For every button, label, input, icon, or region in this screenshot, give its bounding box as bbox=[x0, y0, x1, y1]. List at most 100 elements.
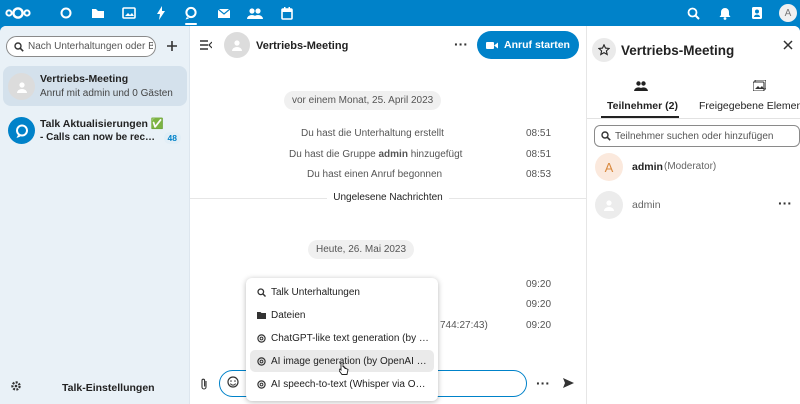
tab-participants[interactable]: Teilnehmer (2) bbox=[607, 80, 678, 112]
user-avatar[interactable]: A bbox=[774, 0, 800, 26]
avatar-letter: A bbox=[779, 4, 797, 22]
unread-separator: Ungelesene Nachrichten bbox=[190, 192, 586, 203]
popup-item-text-generation[interactable]: ChatGPT-like text generation (by OpenAI) bbox=[250, 327, 434, 349]
participant-search[interactable] bbox=[594, 125, 800, 147]
message-time: 09:20 bbox=[526, 279, 552, 290]
search-icon bbox=[14, 41, 24, 52]
participant-role: (Moderator) bbox=[664, 161, 717, 172]
emoji-icon[interactable] bbox=[227, 376, 239, 388]
contacts-menu-icon[interactable] bbox=[743, 0, 771, 26]
talk-app: Vertriebs-Meeting Anruf mit admin und 0 … bbox=[0, 26, 800, 404]
sidebar-toggle-icon[interactable] bbox=[200, 40, 212, 50]
participant-item[interactable]: A admin (Moderator) bbox=[595, 153, 795, 185]
system-message: Du hast die Unterhaltung erstellt bbox=[301, 128, 444, 139]
conversation-search-input[interactable] bbox=[28, 41, 153, 52]
paperclip-icon[interactable] bbox=[200, 378, 208, 390]
user-icon bbox=[604, 200, 614, 211]
date-separator: vor einem Monat, 25. April 2023 bbox=[284, 91, 442, 110]
popup-item-label: AI image generation (by OpenAI DALL-E 2) bbox=[271, 355, 431, 367]
talk-settings-label: Talk-Einstellungen bbox=[62, 382, 155, 394]
participant-avatar: A bbox=[595, 153, 623, 181]
popup-item-speech-to-text[interactable]: AI speech-to-text (Whisper via OpenAI) bbox=[250, 373, 434, 395]
talk-avatar bbox=[8, 117, 35, 144]
favorite-star-icon[interactable] bbox=[592, 38, 616, 62]
participant-item[interactable]: admin ··· bbox=[595, 191, 795, 223]
participant-avatar bbox=[595, 191, 623, 219]
calendar-icon[interactable] bbox=[273, 0, 301, 26]
active-app-indicator bbox=[185, 23, 197, 25]
conversation-name: Talk Aktualisierungen ✅ bbox=[40, 118, 164, 130]
mouse-cursor-icon bbox=[339, 362, 349, 375]
send-icon[interactable] bbox=[563, 378, 574, 388]
popup-item-label: Talk Unterhaltungen bbox=[271, 286, 360, 298]
date-separator: Heute, 26. Mai 2023 bbox=[308, 240, 415, 259]
contacts-icon[interactable] bbox=[241, 0, 269, 26]
conversation-name: Vertriebs-Meeting bbox=[40, 73, 129, 85]
tab-shared-items[interactable]: Freigegebene Elemente bbox=[699, 80, 800, 112]
conversation-last-message: Anruf mit admin und 0 Gästen bbox=[40, 88, 173, 99]
participant-name: admin bbox=[632, 161, 663, 173]
conversation-search[interactable] bbox=[6, 36, 156, 57]
panel-title: Vertriebs-Meeting bbox=[621, 43, 735, 58]
conversation-details-panel: Vertriebs-Meeting Teilnehmer (2) Freigeg… bbox=[586, 26, 800, 404]
close-icon[interactable] bbox=[783, 37, 793, 53]
group-icon bbox=[232, 40, 242, 51]
files-icon[interactable] bbox=[84, 0, 112, 26]
chat-header: Vertriebs-Meeting ··· Anruf starten bbox=[190, 26, 586, 66]
dashboard-icon[interactable] bbox=[52, 0, 80, 26]
gear-icon bbox=[11, 381, 21, 391]
top-navigation-bar: A bbox=[0, 0, 800, 26]
participants-icon bbox=[607, 80, 675, 94]
new-conversation-button[interactable] bbox=[162, 36, 182, 56]
participant-search-input[interactable] bbox=[615, 130, 795, 142]
participant-actions-button[interactable]: ··· bbox=[778, 195, 792, 211]
search-icon bbox=[601, 131, 611, 141]
popup-item-label: Dateien bbox=[271, 309, 306, 321]
ai-icon bbox=[255, 356, 267, 366]
talk-settings-footer[interactable]: Talk-Einstellungen bbox=[0, 370, 190, 404]
mail-icon[interactable] bbox=[210, 0, 238, 26]
plus-icon bbox=[167, 41, 177, 51]
talk-icon bbox=[15, 124, 28, 138]
notifications-icon[interactable] bbox=[711, 0, 739, 26]
command-autocomplete-popup: Talk Unterhaltungen Dateien ChatGPT-like… bbox=[246, 278, 438, 401]
photos-icon[interactable] bbox=[115, 0, 143, 26]
conversation-item-vertriebs-meeting[interactable]: Vertriebs-Meeting Anruf mit admin und 0 … bbox=[3, 66, 187, 106]
group-avatar bbox=[8, 73, 35, 100]
talk-icon[interactable] bbox=[177, 0, 205, 26]
popup-item-label: ChatGPT-like text generation (by OpenAI) bbox=[271, 332, 431, 344]
popup-item-talk-conversations[interactable]: Talk Unterhaltungen bbox=[250, 281, 434, 303]
group-icon bbox=[16, 81, 27, 93]
ai-icon bbox=[255, 379, 267, 389]
message-text-fragment: 744:27:43) bbox=[440, 320, 488, 331]
conversation-sidebar: Vertriebs-Meeting Anruf mit admin und 0 … bbox=[0, 26, 190, 404]
video-icon bbox=[486, 41, 499, 49]
search-icon bbox=[255, 287, 267, 297]
popup-item-label: AI speech-to-text (Whisper via OpenAI) bbox=[271, 378, 431, 390]
message-time: 09:20 bbox=[526, 299, 552, 310]
unread-badge: 48 bbox=[163, 132, 181, 144]
message-time: 08:51 bbox=[526, 149, 552, 160]
activity-icon[interactable] bbox=[147, 0, 175, 26]
conversation-item-talk-updates[interactable]: Talk Aktualisierungen ✅ - Calls can now … bbox=[3, 110, 187, 150]
search-icon[interactable] bbox=[679, 0, 707, 26]
participant-name: admin bbox=[632, 199, 661, 211]
conversation-last-message: - Calls can now be recorded bbox=[40, 132, 158, 143]
message-time: 08:53 bbox=[526, 169, 552, 180]
start-call-label: Anruf starten bbox=[504, 39, 570, 51]
conversation-actions-button[interactable]: ··· bbox=[454, 36, 468, 52]
composer-more-button[interactable]: ··· bbox=[536, 375, 550, 391]
start-call-button[interactable]: Anruf starten bbox=[477, 31, 579, 59]
conversation-title: Vertriebs-Meeting bbox=[256, 40, 349, 52]
popup-item-files[interactable]: Dateien bbox=[250, 304, 434, 326]
message-time: 09:20 bbox=[526, 320, 552, 331]
folder-icon bbox=[255, 311, 267, 319]
tab-label: Freigegebene Elemente bbox=[699, 100, 800, 112]
system-message: Du hast die Gruppe admin hinzugefügt bbox=[289, 149, 463, 160]
system-message: Du hast einen Anruf begonnen bbox=[307, 169, 443, 180]
message-time: 08:51 bbox=[526, 128, 552, 139]
ai-icon bbox=[255, 333, 267, 343]
nextcloud-logo[interactable] bbox=[2, 0, 34, 26]
tab-divider bbox=[587, 118, 800, 119]
unread-label: Ungelesene Nachrichten bbox=[327, 192, 449, 203]
